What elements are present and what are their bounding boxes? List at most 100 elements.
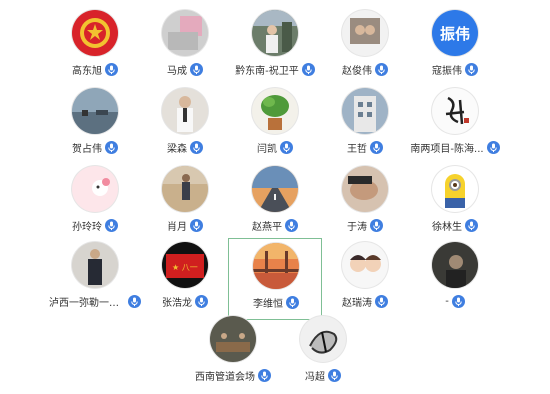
participant-name-row: 王哲 xyxy=(318,139,412,155)
participant-tile[interactable]: 贺占伟 xyxy=(48,84,142,166)
building-avatar xyxy=(342,88,388,134)
participant-name-row: 南两项目-陈海... xyxy=(408,139,502,155)
participant-name-row: - xyxy=(408,293,502,309)
mic-icon[interactable] xyxy=(105,218,118,232)
participant-tile[interactable]: 赵燕平 xyxy=(228,162,322,244)
sleeping-person-avatar xyxy=(342,166,388,212)
participant-name: 马成 xyxy=(167,65,187,77)
participant-tile[interactable]: ★ 八一张浩龙 xyxy=(138,238,232,320)
mic-icon[interactable] xyxy=(286,295,299,309)
dark-person-avatar xyxy=(432,242,478,288)
person-indoor-avatar xyxy=(162,88,208,134)
participant-name: 贺占伟 xyxy=(72,143,102,155)
participant-tile[interactable]: - xyxy=(408,238,502,320)
person-suit-avatar xyxy=(72,242,118,288)
participant-name: 泸西一弥勒一开... xyxy=(49,297,125,309)
participant-tile[interactable]: 黔东南-祝卫平 xyxy=(228,6,322,88)
blurred-photo-avatar xyxy=(162,10,208,56)
couple-photo-avatar xyxy=(342,10,388,56)
participant-tile[interactable]: 冯超 xyxy=(276,312,370,394)
participant-tile[interactable]: 泸西一弥勒一开... xyxy=(48,238,142,320)
emblem-icon xyxy=(72,10,118,56)
participant-name: 黔东南-祝卫平 xyxy=(235,65,299,77)
mic-icon[interactable] xyxy=(301,62,315,76)
participant-name: 张浩龙 xyxy=(162,297,192,309)
participant-tile[interactable]: 王哲 xyxy=(318,84,412,166)
mic-icon[interactable] xyxy=(375,62,388,76)
meeting-room-avatar xyxy=(210,316,256,362)
participant-name: 于涛 xyxy=(347,221,367,233)
participant-name-row: 高东旭 xyxy=(48,61,142,77)
mic-icon[interactable] xyxy=(280,140,293,154)
participant-name-row: 于涛 xyxy=(318,217,412,233)
ink-sketch-avatar xyxy=(300,316,346,362)
mic-icon[interactable] xyxy=(285,218,298,232)
mic-icon[interactable] xyxy=(190,62,203,76)
svg-text:★ 八一: ★ 八一 xyxy=(172,263,198,272)
participant-tile[interactable]: 于涛 xyxy=(318,162,412,244)
participant-name-row: 赵燕平 xyxy=(228,217,322,233)
red-flag-avatar: ★ 八一 xyxy=(162,242,208,288)
avatar-text: 振伟 xyxy=(432,10,478,56)
potted-plant-avatar xyxy=(252,88,298,134)
participant-name-row: 泸西一弥勒一开... xyxy=(48,293,142,309)
mic-icon[interactable] xyxy=(465,218,478,232)
participant-name: 肖月 xyxy=(167,221,187,233)
mic-icon[interactable] xyxy=(370,218,383,232)
participant-name-row: 梁森 xyxy=(138,139,232,155)
participant-name: - xyxy=(445,295,449,307)
mic-icon[interactable] xyxy=(190,140,203,154)
participant-name-row: 张浩龙 xyxy=(138,293,232,309)
minion-avatar xyxy=(432,166,478,212)
lake-scenery-avatar xyxy=(72,88,118,134)
participant-name: 孙玲玲 xyxy=(72,221,102,233)
participant-tile[interactable]: 马成 xyxy=(138,6,232,88)
participant-tile[interactable]: 赵俊伟 xyxy=(318,6,412,88)
participant-name-row: 冯超 xyxy=(276,367,370,383)
cartoon-couple-avatar xyxy=(342,242,388,288)
mic-icon[interactable] xyxy=(465,62,478,76)
mic-icon[interactable] xyxy=(370,140,383,154)
mic-icon[interactable] xyxy=(451,294,465,308)
text-avatar: 振伟 xyxy=(432,10,478,56)
participant-name-row: 贺占伟 xyxy=(48,139,142,155)
participant-name: 寇振伟 xyxy=(432,65,462,77)
participant-tile[interactable]: 振伟 寇振伟 xyxy=(408,6,502,88)
mic-icon[interactable] xyxy=(105,140,118,154)
participant-tile[interactable]: 西南管道会场 xyxy=(186,312,280,394)
person-outdoor-avatar xyxy=(252,10,298,56)
participant-name: 西南管道会场 xyxy=(195,371,255,383)
bridge-sunset-avatar xyxy=(253,243,299,289)
road-sunset-avatar xyxy=(252,166,298,212)
participant-name-row: 西南管道会场 xyxy=(186,367,280,383)
participant-name-row: 李维恒 xyxy=(229,294,323,310)
participant-grid: 高东旭 马成 黔东南-祝卫平 赵俊伟 振伟寇振伟贺占伟 梁森 闫凯 王哲 南两项目-陈海... 孙… xyxy=(0,0,550,383)
mic-icon[interactable] xyxy=(105,62,118,76)
participant-tile[interactable]: 孙玲玲 xyxy=(48,162,142,244)
participant-name-row: 赵俊伟 xyxy=(318,61,412,77)
participant-name: 赵燕平 xyxy=(252,221,282,233)
participant-name: 梁森 xyxy=(167,143,187,155)
participant-tile[interactable]: 肖月 xyxy=(138,162,232,244)
participant-tile[interactable]: 徐林生 xyxy=(408,162,502,244)
participant-tile[interactable]: 高东旭 xyxy=(48,6,142,88)
participant-name-row: 肖月 xyxy=(138,217,232,233)
participant-name: 李维恒 xyxy=(253,298,283,310)
participant-name: 闫凯 xyxy=(257,143,277,155)
cartoon-pink-avatar xyxy=(72,166,118,212)
participant-name: 徐林生 xyxy=(432,221,462,233)
participant-name-row: 孙玲玲 xyxy=(48,217,142,233)
participant-name: 赵俊伟 xyxy=(342,65,372,77)
mic-icon[interactable] xyxy=(486,140,500,154)
mic-icon[interactable] xyxy=(195,294,208,308)
participant-tile[interactable]: 李维恒 xyxy=(228,238,322,320)
calligraphy-avatar xyxy=(432,88,478,134)
participant-tile[interactable]: 闫凯 xyxy=(228,84,322,166)
participant-tile[interactable]: 赵瑞涛 xyxy=(318,238,412,320)
mic-icon[interactable] xyxy=(375,294,388,308)
mic-icon[interactable] xyxy=(190,218,203,232)
participant-name: 高东旭 xyxy=(72,65,102,77)
participant-tile[interactable]: 南两项目-陈海... xyxy=(408,84,502,166)
participant-name-row: 闫凯 xyxy=(228,139,322,155)
participant-tile[interactable]: 梁森 xyxy=(138,84,232,166)
